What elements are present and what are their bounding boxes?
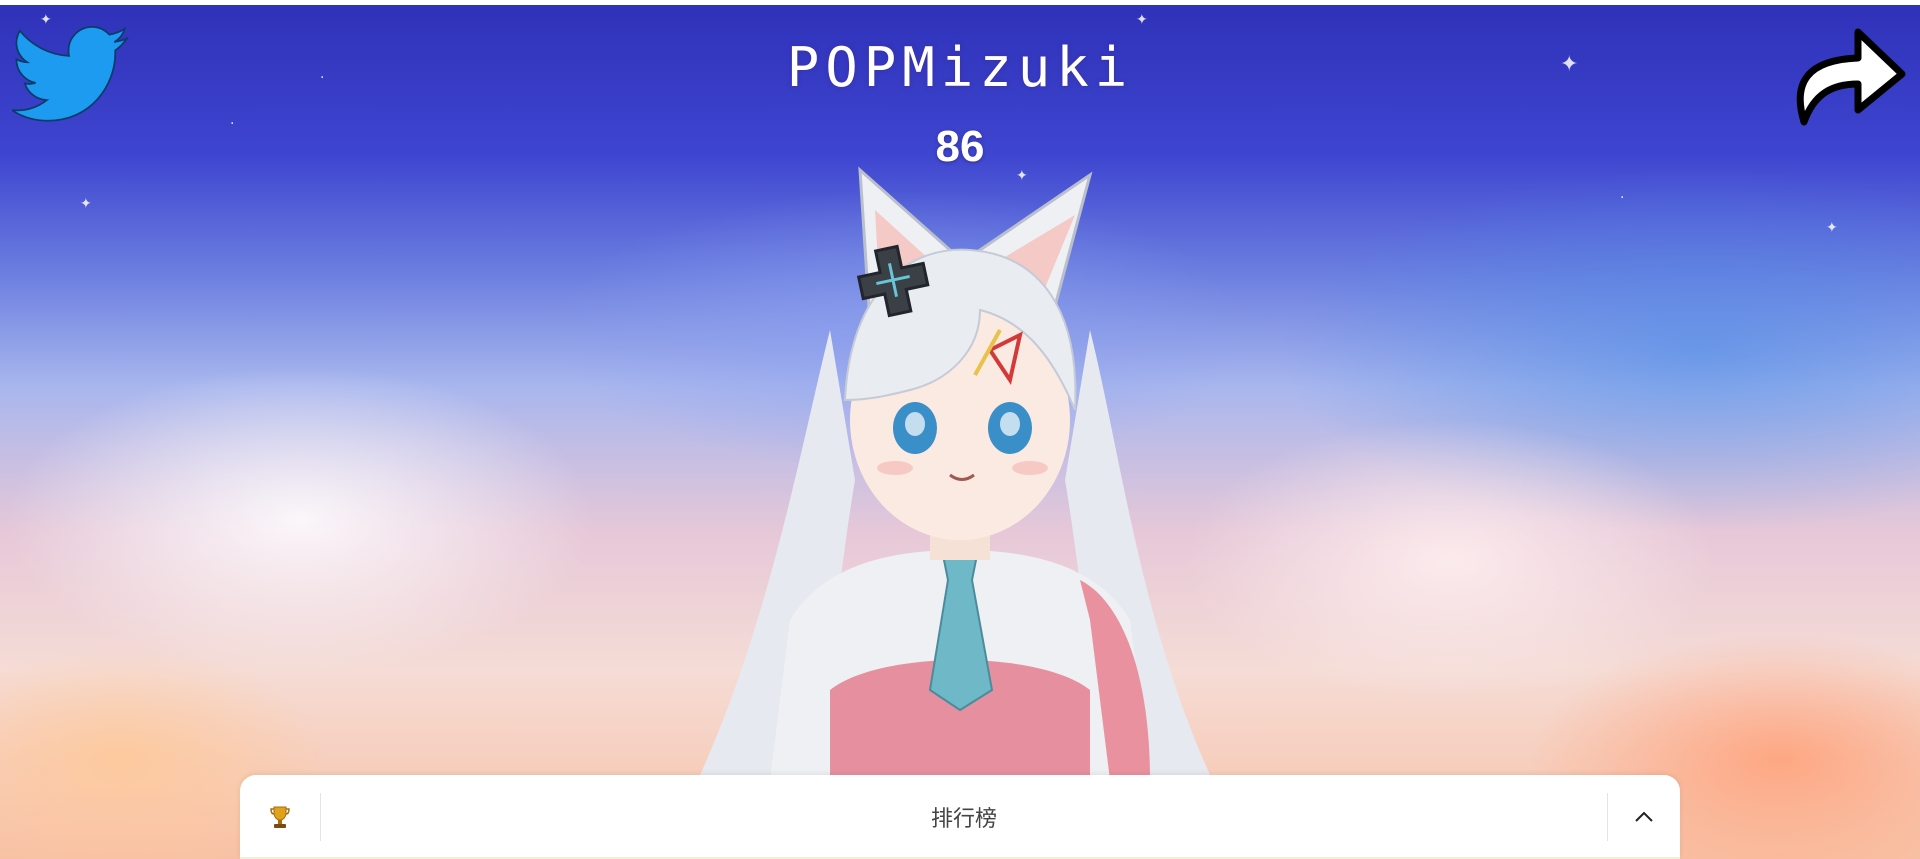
chevron-up-icon xyxy=(1635,811,1653,822)
game-title: POPMizuki xyxy=(786,36,1134,99)
star-icon: ✦ xyxy=(1136,12,1148,28)
star-icon: ✦ xyxy=(80,196,92,212)
character-image xyxy=(700,166,1210,780)
leaderboard-expand-button[interactable] xyxy=(1607,793,1680,841)
star-icon: ✦ xyxy=(1826,220,1838,236)
leaderboard-trophy xyxy=(240,793,321,841)
character-illustration[interactable] xyxy=(680,150,1240,780)
top-border xyxy=(0,0,1920,5)
leaderboard-label: 排行榜 xyxy=(930,807,997,832)
trophy-icon xyxy=(270,806,290,828)
leaderboard-panel[interactable]: 排行榜 xyxy=(240,775,1680,859)
game-stage: ✦ · · ✦ ✦ ✦ ✦ · ✦ POPMizuki 86 排行榜 xyxy=(0,0,1920,859)
star-icon: · xyxy=(1620,190,1625,206)
